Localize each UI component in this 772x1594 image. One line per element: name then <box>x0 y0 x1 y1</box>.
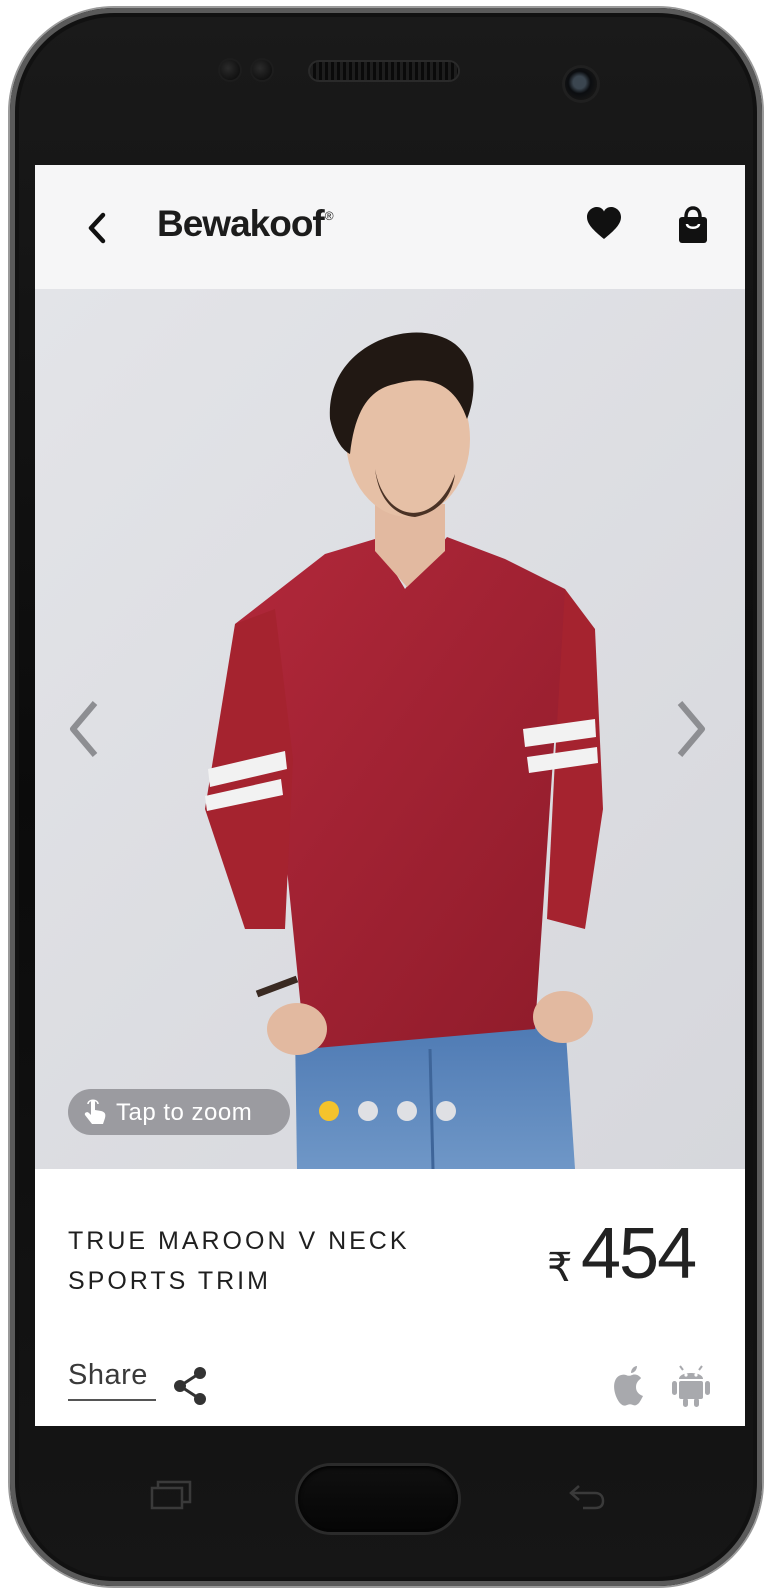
product-details: TRUE MAROON V NECK SPORTS TRIM ₹ 454 Sha… <box>35 1169 745 1426</box>
gallery-dot[interactable] <box>436 1101 456 1121</box>
app-header: Bewakoof® <box>35 165 745 289</box>
product-title-line-2: SPORTS TRIM <box>68 1267 271 1295</box>
apple-icon[interactable] <box>609 1363 649 1409</box>
registered-mark: ® <box>324 209 334 223</box>
shopping-bag-icon[interactable] <box>675 205 711 247</box>
phone-bottom-bezel <box>10 1426 762 1586</box>
currency-symbol: ₹ <box>547 1245 573 1291</box>
gallery-dot[interactable] <box>358 1101 378 1121</box>
product-photo[interactable] <box>35 289 745 1169</box>
back-icon[interactable] <box>565 1480 607 1512</box>
product-title-line-1: TRUE MAROON V NECK <box>68 1227 410 1255</box>
tap-hand-icon <box>84 1099 106 1124</box>
previous-image-arrow-icon[interactable] <box>65 697 105 761</box>
share-icon[interactable] <box>171 1365 209 1407</box>
gallery-dot[interactable] <box>397 1101 417 1121</box>
gallery-dot-active[interactable] <box>319 1101 339 1121</box>
earpiece-speaker <box>310 62 458 80</box>
share-button[interactable]: Share <box>68 1351 156 1401</box>
share-label: Share <box>68 1359 148 1391</box>
heart-icon[interactable] <box>585 205 623 245</box>
tap-to-zoom-button[interactable]: Tap to zoom <box>68 1089 290 1135</box>
front-camera <box>565 68 597 100</box>
brand-name: Bewakoof <box>157 203 325 244</box>
product-image-gallery[interactable]: Tap to zoom <box>35 289 745 1169</box>
product-price: 454 <box>581 1214 697 1294</box>
recent-apps-icon[interactable] <box>148 1478 194 1512</box>
phone-top-bezel <box>10 8 762 158</box>
back-arrow-icon[interactable] <box>81 209 115 247</box>
sensor-dot <box>220 60 240 80</box>
tap-to-zoom-label: Tap to zoom <box>116 1099 253 1126</box>
home-button[interactable] <box>298 1466 458 1532</box>
phone-frame: Bewakoof® Tap to zoom TRUE MAROON V NECK… <box>10 8 762 1586</box>
brand-logo[interactable]: Bewakoof® <box>157 203 334 245</box>
app-screen: Bewakoof® Tap to zoom TRUE MAROON V NECK… <box>35 165 745 1426</box>
next-image-arrow-icon[interactable] <box>670 697 710 761</box>
share-underline <box>68 1399 156 1401</box>
android-icon[interactable] <box>669 1361 713 1409</box>
proximity-sensors <box>220 54 280 84</box>
sensor-dot <box>252 60 272 80</box>
